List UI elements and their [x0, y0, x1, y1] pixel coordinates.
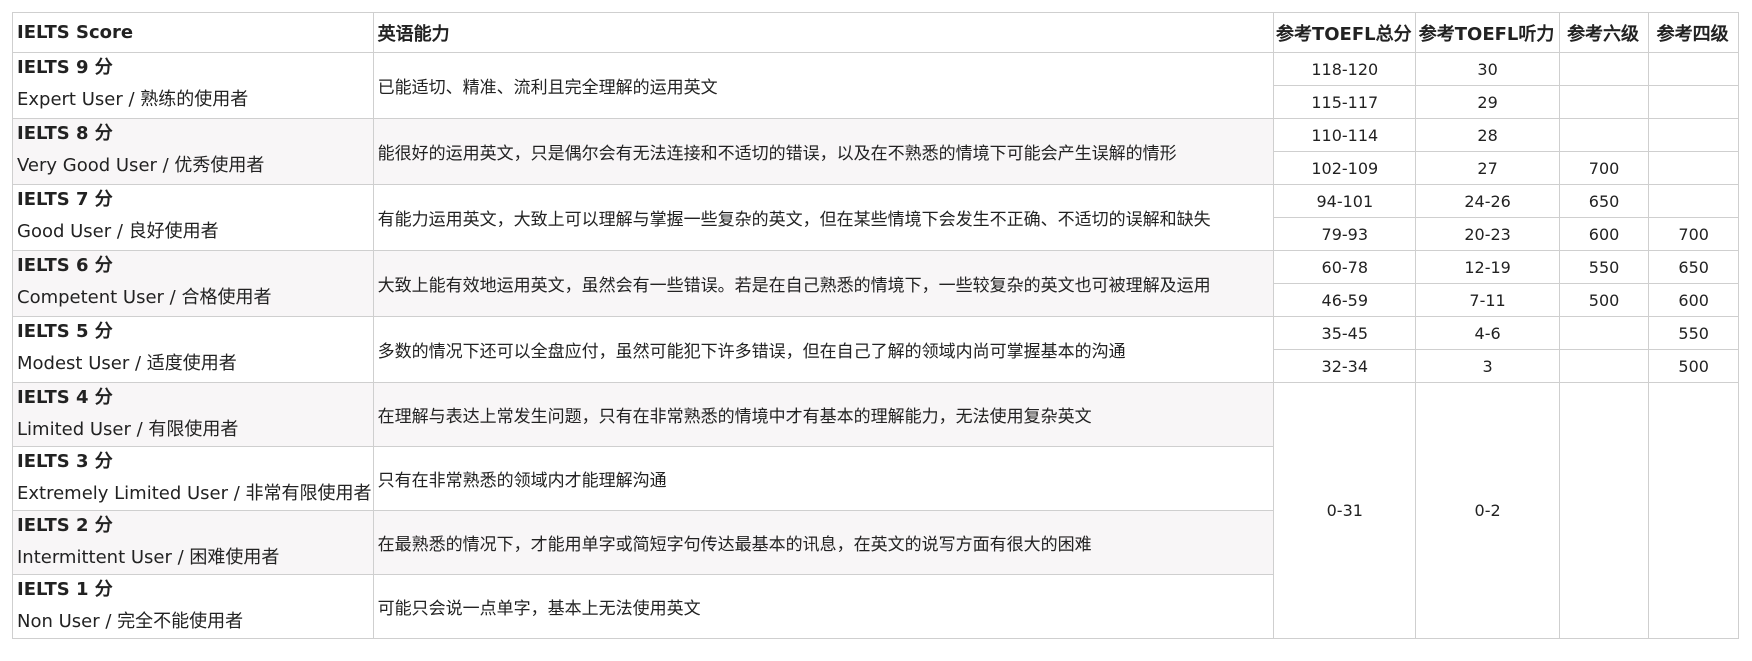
band-user: Very Good User / 优秀使用者 [17, 155, 265, 176]
band-level: IELTS 8 分 [17, 123, 113, 144]
table-row: IELTS 4 分 Limited User / 有限使用者 在理解与表达上常发… [12, 382, 1739, 639]
cet4 [1648, 118, 1739, 152]
score-cell: IELTS 4 分 Limited User / 有限使用者 [12, 382, 374, 447]
toefl-total: 79-93 [1273, 217, 1417, 251]
band-user: Non User / 完全不能使用者 [17, 611, 244, 632]
band-level: IELTS 4 分 [17, 387, 113, 408]
cet6: 650 [1558, 184, 1650, 218]
header-toefl-listening: 参考TOEFL听力 [1415, 12, 1560, 53]
band-level: IELTS 7 分 [17, 189, 113, 210]
table-row: IELTS 9 分 Expert User / 熟练的使用者 已能适切、精准、流… [12, 52, 1739, 119]
cet6: 500 [1558, 283, 1650, 317]
band-description: 有能力运用英文，大致上可以理解与掌握一些复杂的英文，但在某些情境下会发生不正确、… [372, 184, 1275, 251]
band-description: 在最熟悉的情况下，才能用单字或简短字句传达最基本的讯息，在英文的说写方面有很大的… [372, 510, 1275, 575]
cet4 [1648, 184, 1739, 218]
toefl-listening: 30 [1415, 52, 1560, 86]
score-cell: IELTS 1 分 Non User / 完全不能使用者 [12, 574, 374, 639]
cet4: 700 [1648, 217, 1739, 251]
cet6-low [1558, 382, 1650, 639]
header-cet6: 参考六级 [1558, 12, 1650, 53]
cet4: 550 [1648, 316, 1739, 350]
toefl-total: 115-117 [1273, 85, 1417, 119]
header-score: IELTS Score [12, 12, 374, 53]
cet4: 650 [1648, 250, 1739, 284]
band-description: 大致上能有效地运用英文，虽然会有一些错误。若是在自己熟悉的情境下，一些较复杂的英… [372, 250, 1275, 317]
cet6 [1558, 316, 1650, 350]
toefl-total: 35-45 [1273, 316, 1417, 350]
score-cell: IELTS 5 分 Modest User / 适度使用者 [12, 316, 374, 383]
table-row: IELTS 8 分 Very Good User / 优秀使用者 能很好的运用英… [12, 118, 1739, 185]
band-description: 只有在非常熟悉的领域内才能理解沟通 [372, 446, 1275, 511]
score-cell: IELTS 9 分 Expert User / 熟练的使用者 [12, 52, 374, 119]
score-cell: IELTS 8 分 Very Good User / 优秀使用者 [12, 118, 374, 185]
band-user: Modest User / 适度使用者 [17, 353, 237, 374]
score-cell: IELTS 7 分 Good User / 良好使用者 [12, 184, 374, 251]
header-ability: 英语能力 [372, 12, 1275, 53]
band-description: 可能只会说一点单字，基本上无法使用英文 [372, 574, 1275, 639]
toefl-total: 118-120 [1273, 52, 1417, 86]
band-description: 能很好的运用英文，只是偶尔会有无法连接和不适切的错误，以及在不熟悉的情境下可能会… [372, 118, 1275, 185]
band-level: IELTS 6 分 [17, 255, 113, 276]
band-description: 多数的情况下还可以全盘应付，虽然可能犯下许多错误，但在自己了解的领域内尚可掌握基… [372, 316, 1275, 383]
toefl-listening: 3 [1415, 349, 1560, 383]
toefl-total: 46-59 [1273, 283, 1417, 317]
toefl-listening: 20-23 [1415, 217, 1560, 251]
toefl-listening: 4-6 [1415, 316, 1560, 350]
cet4 [1648, 52, 1739, 86]
toefl-listening: 29 [1415, 85, 1560, 119]
table-row: IELTS 7 分 Good User / 良好使用者 有能力运用英文，大致上可… [12, 184, 1739, 251]
band-description: 已能适切、精准、流利且完全理解的运用英文 [372, 52, 1275, 119]
cet4: 500 [1648, 349, 1739, 383]
score-cell: IELTS 3 分 Extremely Limited User / 非常有限使… [12, 446, 374, 511]
toefl-listening: 27 [1415, 151, 1560, 185]
cet6: 700 [1558, 151, 1650, 185]
band-level: IELTS 5 分 [17, 321, 113, 342]
band-level: IELTS 9 分 [17, 57, 113, 78]
cet4 [1648, 85, 1739, 119]
band-level: IELTS 2 分 [17, 515, 113, 536]
toefl-listening: 7-11 [1415, 283, 1560, 317]
cet4-low [1648, 382, 1739, 639]
cet6: 600 [1558, 217, 1650, 251]
band-level: IELTS 3 分 [17, 451, 113, 472]
cet4 [1648, 151, 1739, 185]
score-cell: IELTS 2 分 Intermittent User / 困难使用者 [12, 510, 374, 575]
table-row: IELTS 5 分 Modest User / 适度使用者 多数的情况下还可以全… [12, 316, 1739, 383]
table-row: IELTS 6 分 Competent User / 合格使用者 大致上能有效地… [12, 250, 1739, 317]
toefl-total: 102-109 [1273, 151, 1417, 185]
toefl-listening: 24-26 [1415, 184, 1560, 218]
header-toefl-total: 参考TOEFL总分 [1273, 12, 1417, 53]
band-level: IELTS 1 分 [17, 579, 113, 600]
band-description: 在理解与表达上常发生问题，只有在非常熟悉的情境中才有基本的理解能力，无法使用复杂… [372, 382, 1275, 447]
cet6 [1558, 349, 1650, 383]
cet6 [1558, 118, 1650, 152]
toefl-listening: 28 [1415, 118, 1560, 152]
cet6: 550 [1558, 250, 1650, 284]
cet6 [1558, 52, 1650, 86]
cet4: 600 [1648, 283, 1739, 317]
toefl-total: 110-114 [1273, 118, 1417, 152]
band-user: Intermittent User / 困难使用者 [17, 547, 280, 568]
band-user: Limited User / 有限使用者 [17, 419, 239, 440]
band-user: Expert User / 熟练的使用者 [17, 89, 249, 110]
band-user: Competent User / 合格使用者 [17, 287, 272, 308]
toefl-total: 94-101 [1273, 184, 1417, 218]
header-row: IELTS Score 英语能力 参考TOEFL总分 参考TOEFL听力 参考六… [12, 12, 1739, 53]
score-cell: IELTS 6 分 Competent User / 合格使用者 [12, 250, 374, 317]
ielts-score-table: IELTS Score 英语能力 参考TOEFL总分 参考TOEFL听力 参考六… [12, 12, 1739, 639]
cet6 [1558, 85, 1650, 119]
band-user: Extremely Limited User / 非常有限使用者 [17, 483, 372, 504]
toefl-total-low: 0-31 [1273, 382, 1417, 639]
toefl-listening: 12-19 [1415, 250, 1560, 284]
header-cet4: 参考四级 [1648, 12, 1739, 53]
band-user: Good User / 良好使用者 [17, 221, 219, 242]
toefl-total: 32-34 [1273, 349, 1417, 383]
toefl-total: 60-78 [1273, 250, 1417, 284]
toefl-listening-low: 0-2 [1415, 382, 1560, 639]
